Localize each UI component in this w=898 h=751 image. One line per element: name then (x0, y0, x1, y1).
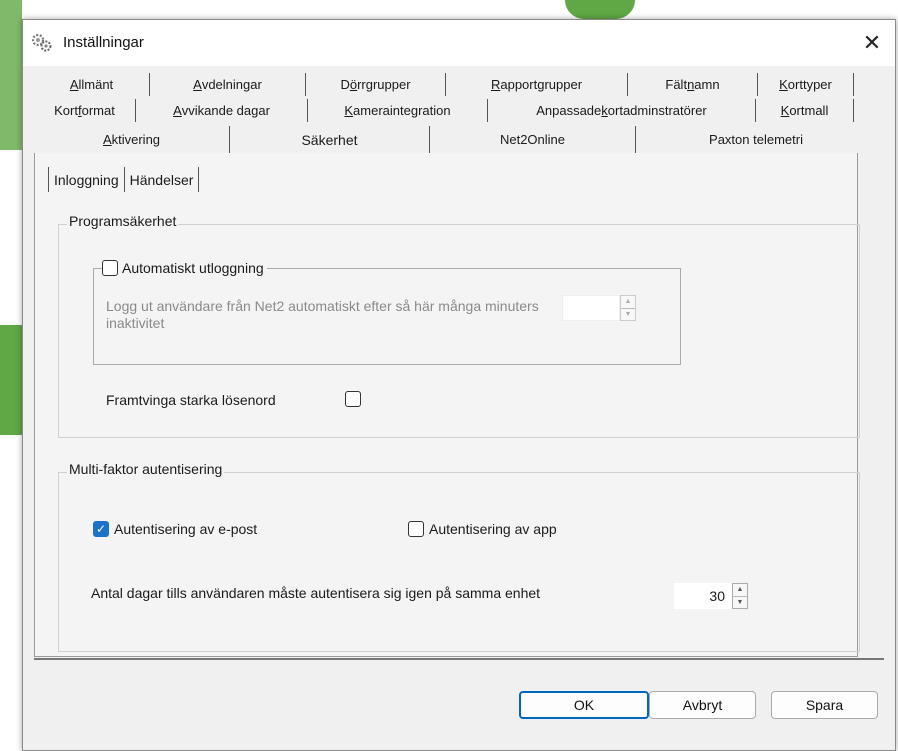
mfa-group (58, 472, 860, 652)
tab-rapportgrupper[interactable]: Rapportgrupper (446, 73, 628, 96)
auto-logout-label: Automatiskt utloggning (122, 260, 264, 276)
tab-aktivering[interactable]: Aktivering (34, 126, 230, 153)
tab-faltnamn[interactable]: Fält n amn (628, 73, 758, 96)
email-auth-row[interactable]: ✓ Autentisering av e-post (93, 521, 257, 537)
close-icon: ✕ (862, 30, 882, 55)
tab-dorrgrupper[interactable]: Dö rrgrupper (306, 73, 446, 96)
strong-passwords-checkbox[interactable] (345, 391, 361, 407)
auto-logout-spin-buttons[interactable]: ▲ ▼ (620, 295, 636, 321)
save-button[interactable]: Spara (771, 691, 878, 719)
reauth-days-input[interactable]: 30 (674, 583, 732, 609)
background-app-green-button (0, 325, 22, 435)
reauth-days-label: Antal dagar tills användaren måste auten… (91, 585, 541, 601)
reauth-days-spin-buttons[interactable]: ▲ ▼ (732, 583, 748, 609)
tab-net2online[interactable]: Net2Online (430, 126, 636, 153)
tab-paxton-telemetri[interactable]: Paxton telemetri (636, 126, 876, 153)
title-bar: Inställningar ✕ (23, 20, 895, 66)
tab-inloggning[interactable]: Inloggning (48, 167, 125, 192)
program-security-label: Programsäkerhet (67, 213, 179, 229)
email-auth-label: Autentisering av e-post (114, 521, 258, 537)
tab-kortmall[interactable]: Kortmall (756, 99, 854, 122)
spin-up-icon[interactable]: ▲ (733, 584, 747, 596)
tab-sakerhet[interactable]: Säkerhet (230, 126, 430, 153)
tab-row-2: Kort f ormat Avvikande dagar Kameraintegra… (34, 99, 884, 122)
cancel-button[interactable]: Avbryt (649, 691, 756, 719)
tab-allmant[interactable]: Allmänt (34, 73, 150, 96)
mfa-group-label: Multi-faktor autentisering (67, 461, 225, 477)
app-auth-row[interactable]: Autentisering av app (408, 521, 557, 537)
auto-logout-description: Logg ut användare från Net2 automatiskt … (106, 298, 539, 331)
auto-logout-minutes-input[interactable] (562, 295, 620, 321)
tab-row-3: Aktivering Säkerhet Net2Online Paxton te… (34, 126, 884, 153)
tab-kortformat[interactable]: Kort f ormat (34, 99, 136, 122)
tab-handelser[interactable]: Händelser (125, 167, 200, 192)
spin-up-icon[interactable]: ▲ (621, 296, 635, 308)
app-auth-checkbox[interactable] (408, 521, 424, 537)
tab-avdelningar[interactable]: Avdelningar (150, 73, 306, 96)
tab-korttyper[interactable]: Korttyper (758, 73, 854, 96)
spin-down-icon[interactable]: ▼ (733, 595, 747, 609)
tab-anpassade-kortadminstratorer[interactable]: Anpassade k ortadminstratörer (488, 99, 756, 122)
app-auth-label: Autentisering av app (429, 521, 557, 537)
auto-logout-checkbox-row[interactable]: Automatiskt utloggning (102, 260, 267, 276)
spin-down-icon[interactable]: ▼ (621, 307, 635, 321)
dialog-title: Inställningar (63, 34, 144, 51)
background-app-header-pill (565, 0, 635, 19)
tab-kameraintegration[interactable]: Kameraintegration (308, 99, 488, 122)
tab-row-1: Allmänt Avdelningar Dö rrgrupper Rapportg… (34, 73, 884, 96)
auto-logout-minutes-stepper[interactable]: ▲ ▼ (562, 295, 636, 321)
bottom-separator (34, 658, 884, 660)
tab-avvikande-dagar[interactable]: Avvikande dagar (136, 99, 308, 122)
reauth-days-stepper[interactable]: 30 ▲ ▼ (674, 583, 748, 609)
gears-icon (31, 33, 52, 52)
inner-tab-strip: Inloggning Händelser (48, 167, 200, 192)
ok-button[interactable]: OK (519, 691, 649, 719)
close-button[interactable]: ✕ (849, 20, 895, 66)
strong-passwords-label: Framtvinga starka lösenord (106, 392, 276, 408)
email-auth-checkbox[interactable]: ✓ (93, 521, 109, 537)
auto-logout-checkbox[interactable] (102, 260, 118, 276)
background-app-green-block (0, 0, 22, 150)
